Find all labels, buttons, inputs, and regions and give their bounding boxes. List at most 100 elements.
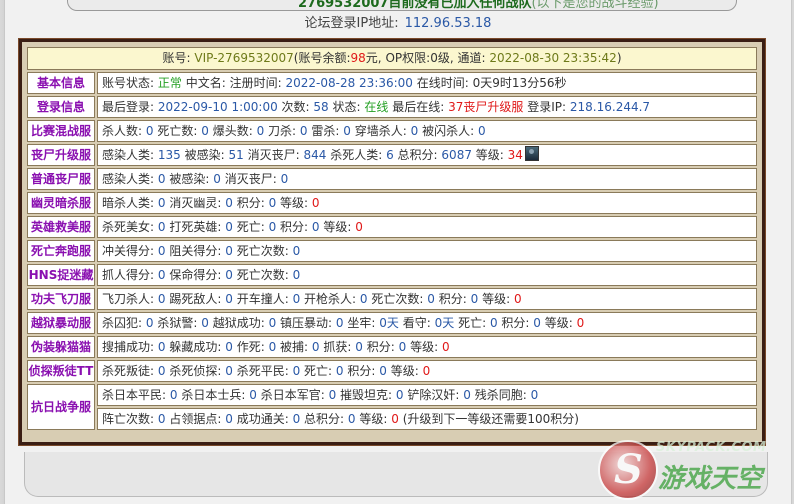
row-content: 感染人类: 0 被感染: 0 消灭丧尸: 0: [97, 168, 757, 190]
cell-token: 0: [157, 219, 166, 234]
cell-token: 被捕:: [280, 339, 309, 354]
cell-token: 积分:: [366, 339, 395, 354]
cell-token: 积分:: [501, 315, 530, 330]
cell-token: 作死:: [236, 339, 265, 354]
cell-token: 躲藏成功:: [169, 339, 222, 354]
cell-token: 积分:: [347, 363, 376, 378]
op-label: OP权限:: [385, 51, 431, 65]
cell-token: 穿墙杀人:: [354, 123, 407, 138]
table-row: 功夫飞刀服 飞刀杀人: 0 踢死敌人: 0 开车撞人: 0 开枪杀人: 0 死亡…: [27, 288, 757, 310]
table-row: 抗日战争服 杀日本平民: 0 杀日本士兵: 0 杀日本军官: 0 摧毁坦克: 0…: [27, 384, 757, 430]
category-label: 基本信息: [27, 72, 95, 94]
cell-token: 0: [299, 123, 308, 138]
cell-token: 飞刀杀人:: [102, 291, 155, 306]
cell-token: 杀狱警:: [157, 315, 198, 330]
channel-label: 通道:: [457, 51, 486, 65]
cell-token: 死亡数:: [157, 123, 198, 138]
table-row: 英雄救美服 杀死美女: 0 打死英雄: 0 死亡: 0 积分: 0 等级: 0: [27, 216, 757, 238]
cell-token: 登录IP:: [527, 99, 567, 114]
table-row: 死亡奔跑服 冲关得分: 0 阻关得分: 0 死亡次数: 0: [27, 240, 757, 262]
cell-token: 死亡:: [304, 363, 333, 378]
cell-token: 0: [530, 387, 539, 402]
watermark-logo: SKYPACK.COM 游戏天空: [598, 436, 788, 500]
balance-label: (账号余额:: [293, 51, 351, 65]
cell-token: 51: [228, 147, 244, 162]
cell-token: 死亡:: [236, 219, 265, 234]
cell-token: 等级:: [359, 411, 388, 426]
cell-token: 0: [391, 411, 399, 426]
category-label: 功夫飞刀服: [27, 288, 95, 310]
cell-token: 抓人得分:: [102, 267, 155, 282]
login-ip-value: 112.96.53.18: [404, 16, 492, 31]
cell-token: 0: [355, 219, 363, 234]
cell-token: 杀死美女:: [102, 219, 155, 234]
cell-token: 积分:: [280, 219, 309, 234]
row-content: 账号状态: 正常 中文名: 注册时间: 2022-08-28 23:36:00 …: [97, 72, 757, 94]
cell-token: 开枪杀人:: [304, 291, 357, 306]
cell-token: 等级:: [482, 291, 511, 306]
cell-token: 死亡:: [458, 315, 487, 330]
cell-token: 844: [303, 147, 327, 162]
table-row: 基本信息 账号状态: 正常 中文名: 注册时间: 2022-08-28 23:3…: [27, 72, 757, 94]
cell-token: 0: [145, 123, 154, 138]
row-content: 最后登录: 2022-09-10 1:00:00 次数: 58 状态: 在线 最…: [97, 96, 757, 118]
cell-token: 0: [201, 123, 209, 138]
cell-token: 等级:: [323, 219, 352, 234]
watermark-line2: 游戏天空: [658, 464, 763, 494]
cell-token: 坐牢:: [347, 315, 376, 330]
cell-token: 0: [225, 195, 233, 210]
category-label: 登录信息: [27, 96, 95, 118]
table-row: 伪装躲猫猫 搜捕成功: 0 躲藏成功: 0 作死: 0 被捕: 0 抓获: 0 …: [27, 336, 757, 358]
category-label: 比赛混战服: [27, 120, 95, 142]
cell-token: 0: [225, 243, 233, 258]
cell-token: 0: [157, 291, 166, 306]
cell-token: 0: [157, 195, 166, 210]
cell-token: 6087: [441, 147, 472, 162]
cell-token: 0: [311, 219, 320, 234]
cell-token: 看守:: [402, 315, 431, 330]
stats-table: 账号: VIP-2769532007(账号余额:98元, OP权限: 0 级, 通道…: [25, 45, 759, 432]
cell-token: 最后在线:: [392, 99, 445, 114]
cell-token: 总积分:: [304, 411, 345, 426]
cell-token: 0: [463, 387, 471, 402]
table-row: 越狱暴动服 杀囚犯: 0 杀狱警: 0 越狱成功: 0 镇压暴动: 0 坐牢: …: [27, 312, 757, 334]
cell-token: 0: [395, 387, 404, 402]
cell-token: 0: [343, 123, 351, 138]
row-content: 暗杀人类: 0 消灭幽灵: 0 积分: 0 等级: 0: [97, 192, 757, 214]
cell-token: 在线: [364, 99, 389, 114]
cell-token: 打死英雄:: [169, 219, 222, 234]
channel-time: 2022-08-30 23:35:42: [489, 51, 617, 65]
cell-token: 冲关得分:: [102, 243, 155, 258]
cell-token: 0: [427, 291, 435, 306]
cell-token: 杀死侦探:: [169, 363, 222, 378]
cell-token: 死亡次数:: [236, 267, 289, 282]
row-content: 杀日本平民: 0 杀日本士兵: 0 杀日本军官: 0 摧毁坦克: 0 铲除汉奸:…: [97, 384, 757, 406]
cell-token: 0: [157, 339, 166, 354]
watermark-line1: SKYPACK.COM: [656, 440, 767, 455]
cell-token: 被闪杀人:: [422, 123, 475, 138]
cell-token: 总积分:: [397, 147, 438, 162]
cell-token: 等级:: [475, 147, 504, 162]
cell-token: 雷杀:: [311, 123, 340, 138]
cell-token: 消灭幽灵:: [169, 195, 222, 210]
category-label: 幽灵暗杀服: [27, 192, 95, 214]
cell-token: (升级到下一等级还需要100积分): [402, 411, 579, 426]
cell-token: 镇压暴动:: [280, 315, 333, 330]
balance-unit: 元,: [365, 51, 382, 65]
cell-token: 积分:: [236, 195, 265, 210]
cell-token: 最后登录:: [102, 99, 155, 114]
category-label: 抗日战争服: [27, 384, 95, 430]
cell-token: 铲除汉奸:: [407, 387, 460, 402]
table-row: 阵亡次数: 0 占领据点: 0 成功通关: 0 总积分: 0 等级: 0 (升级…: [27, 408, 757, 430]
cell-token: 0天: [379, 315, 399, 330]
top-banner-text: 2769532007目前没有已加入任何战队(以下是您的战斗经验): [298, 0, 659, 10]
cell-token: 0: [489, 315, 498, 330]
cell-token: 0: [225, 363, 233, 378]
cell-token: 0: [225, 291, 233, 306]
category-label: 伪装躲猫猫: [27, 336, 95, 358]
cell-token: 等级:: [544, 315, 573, 330]
row-content: 冲关得分: 0 阻关得分: 0 死亡次数: 0: [97, 240, 757, 262]
row-content: 飞刀杀人: 0 踢死敌人: 0 开车撞人: 0 开枪杀人: 0 死亡次数: 0 …: [97, 288, 757, 310]
cell-token: 状态:: [332, 99, 361, 114]
cell-token: 0: [145, 315, 154, 330]
